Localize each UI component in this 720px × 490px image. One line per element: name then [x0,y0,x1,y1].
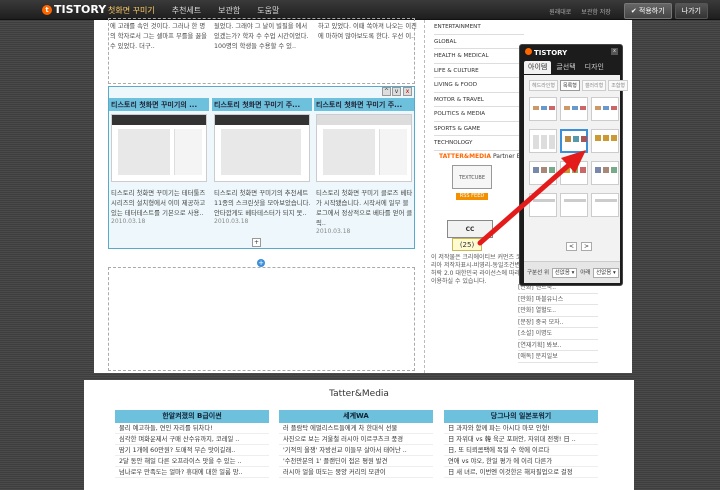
annotation-arrow-icon [477,150,586,246]
